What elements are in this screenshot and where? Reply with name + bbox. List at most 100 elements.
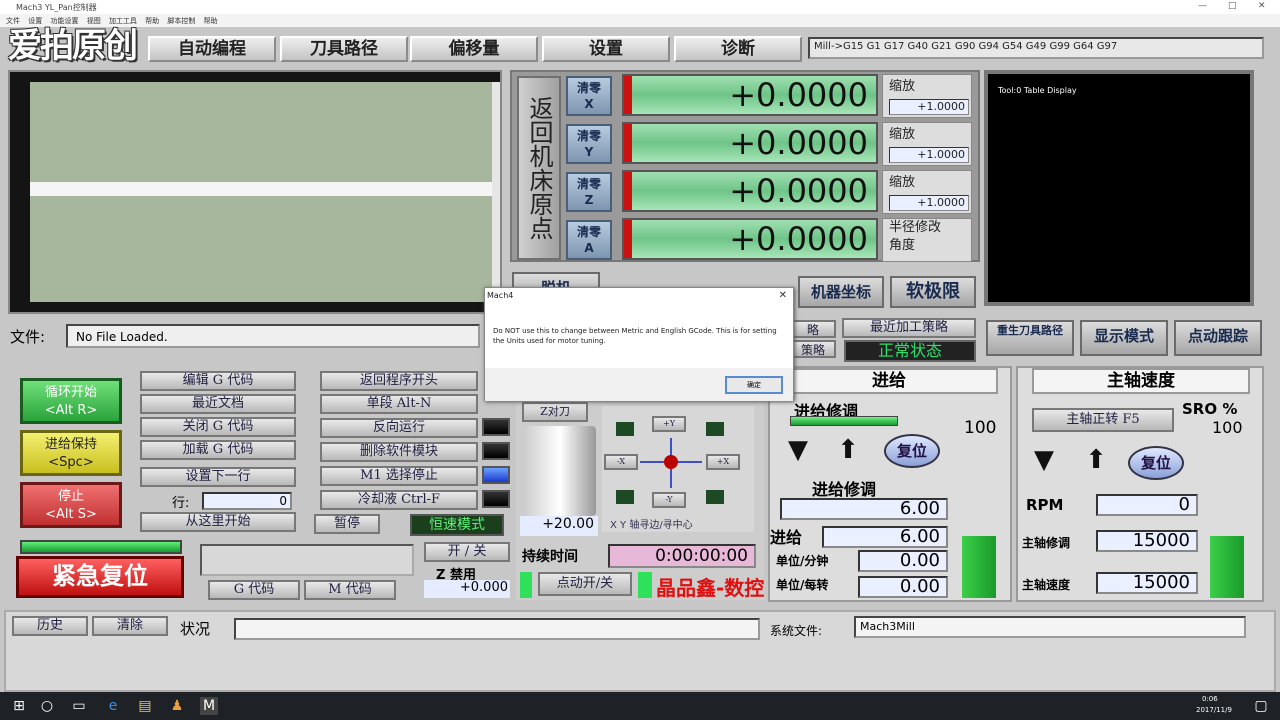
dro-a[interactable]: +0.0000 <box>622 218 878 260</box>
dro-z[interactable]: +0.0000 <box>622 170 878 212</box>
plus-x-button[interactable]: +X <box>706 454 740 470</box>
close-button[interactable]: ✕ <box>1258 1 1266 11</box>
z-tool-button[interactable]: Z对刀 <box>522 402 588 422</box>
gcodes-button[interactable]: G 代码 <box>208 580 300 600</box>
close-gcode-button[interactable]: 关闭 G 代码 <box>140 417 296 437</box>
strategy-partial[interactable]: 略 <box>790 320 836 338</box>
set-next-line-button[interactable]: 设置下一行 <box>140 467 296 487</box>
tab-offsets[interactable]: 偏移量 <box>410 36 538 62</box>
corner-se-button[interactable] <box>706 490 724 504</box>
rewind-button[interactable]: 返回程序开头 <box>320 371 478 391</box>
ref-all-home-button[interactable]: 返回机床原点 <box>517 76 561 260</box>
spindle-reset-button[interactable]: 复位 <box>1128 446 1184 480</box>
file-explorer-icon[interactable]: ▤ <box>136 697 154 715</box>
corner-sw-button[interactable] <box>616 490 634 504</box>
display-mode-button[interactable]: 显示模式 <box>1080 320 1168 356</box>
feed-up-icon[interactable]: ⬆ <box>830 436 866 466</box>
radius-correct-a[interactable]: 半径修改 角度 <box>882 218 972 262</box>
line-field[interactable]: 0 <box>202 492 292 510</box>
tab-settings[interactable]: 设置 <box>542 36 670 62</box>
plus-y-button[interactable]: +Y <box>652 416 686 432</box>
app-icon[interactable]: ♟ <box>168 697 186 715</box>
feed-ovr-meter <box>962 536 996 598</box>
window-title: Mach3 YL_Pan控制器 <box>16 3 97 12</box>
edit-gcode-button[interactable]: 编辑 G 代码 <box>140 371 296 391</box>
history-button[interactable]: 历史 <box>12 616 88 636</box>
profile-label: 系统文件: <box>770 624 823 638</box>
regen-toolpath-button[interactable]: 重生刀具路径 <box>986 320 1074 356</box>
file-field: No File Loaded. <box>66 324 480 348</box>
mcodes-button[interactable]: M 代码 <box>304 580 396 600</box>
toggle-button[interactable]: 开 / 关 <box>424 542 510 562</box>
machine-coords-button[interactable]: 机器坐标 <box>798 276 884 308</box>
center-find-button[interactable] <box>664 455 678 469</box>
minus-y-button[interactable]: -Y <box>652 492 686 508</box>
zero-x-button[interactable]: 清零 X <box>566 76 612 116</box>
strategy-button[interactable]: 策略 <box>790 340 836 358</box>
search-icon[interactable]: ○ <box>38 697 56 715</box>
single-block-button[interactable]: 单段 Alt-N <box>320 394 478 414</box>
run-from-here-button[interactable]: 从这里开始 <box>140 512 296 532</box>
coolant-button[interactable]: 冷却液 Ctrl-F <box>320 490 478 510</box>
block-delete-button[interactable]: 删除软件模块 <box>320 442 478 462</box>
corner-nw-button[interactable] <box>616 422 634 436</box>
taskbar: ⊞ ○ ▭ e ▤ ♟ M 0:06 2017/11/9 ▢ <box>0 692 1280 720</box>
line-label: 行: <box>172 496 190 511</box>
pause-button[interactable]: 暂停 <box>314 514 380 534</box>
gcode-scrollbar[interactable] <box>492 82 500 302</box>
m1-optional-stop-button[interactable]: M1 选择停止 <box>320 466 478 486</box>
clear-button[interactable]: 清除 <box>92 616 168 636</box>
minimize-button[interactable]: — <box>1198 1 1207 11</box>
block-delete-led <box>482 442 510 460</box>
scale-y: 缩放 +1.0000 <box>882 122 972 166</box>
emergency-reset-button[interactable]: 紧急复位 <box>16 556 184 598</box>
spindle-speed-value[interactable]: 15000 <box>1096 572 1198 594</box>
spindle-override-value[interactable]: 15000 <box>1096 530 1198 552</box>
spindle-cw-button[interactable]: 主轴正转 F5 <box>1032 408 1174 432</box>
jog-toggle-button[interactable]: 点动开/关 <box>538 572 632 596</box>
fro-value[interactable]: 6.00 <box>780 498 948 520</box>
feedrate-value[interactable]: 6.00 <box>822 526 948 548</box>
dro-y[interactable]: +0.0000 <box>622 122 878 164</box>
cycle-start-button[interactable]: 循环开始 <Alt R> <box>20 378 122 424</box>
spindle-down-icon[interactable]: ▼ <box>1026 446 1062 476</box>
dro-x[interactable]: +0.0000 <box>622 74 878 116</box>
load-gcode-button[interactable]: 加载 G 代码 <box>140 440 296 460</box>
mach3-icon[interactable]: M <box>200 697 218 715</box>
reverse-run-button[interactable]: 反向运行 <box>320 418 478 438</box>
windows-start-icon[interactable]: ⊞ <box>10 697 28 715</box>
status-normal: 正常状态 <box>844 340 976 362</box>
minus-x-button[interactable]: -X <box>604 454 638 470</box>
recent-strategy-button[interactable]: 最近加工策略 <box>842 318 976 338</box>
dialog-close-icon[interactable]: ✕ <box>779 290 787 301</box>
dialog-ok-button[interactable]: 确定 <box>725 376 783 394</box>
sro-label: SRO % <box>1182 400 1238 418</box>
tool-setter-icon <box>524 426 596 516</box>
corner-ne-button[interactable] <box>706 422 724 436</box>
feed-down-icon[interactable]: ▼ <box>780 436 816 466</box>
feed-override-bar <box>790 416 898 426</box>
z-inhibit-value[interactable]: +0.000 <box>424 580 510 598</box>
jog-follow-button[interactable]: 点动跟踪 <box>1174 320 1262 356</box>
notification-icon[interactable]: ▢ <box>1252 697 1270 715</box>
zero-z-button[interactable]: 清零 Z <box>566 172 612 212</box>
file-label: 文件: <box>10 328 46 346</box>
tab-toolpath[interactable]: 刀具路径 <box>280 36 408 62</box>
task-view-icon[interactable]: ▭ <box>70 697 88 715</box>
spindle-title: 主轴速度 <box>1032 368 1250 394</box>
zero-y-button[interactable]: 清零 Y <box>566 124 612 164</box>
stop-button[interactable]: 停止 <Alt S> <box>20 482 122 528</box>
gcode-display[interactable] <box>8 70 502 314</box>
recent-file-button[interactable]: 最近文档 <box>140 394 296 414</box>
fro-label: 进给修调 <box>812 480 877 499</box>
menu-help[interactable]: 帮助 <box>204 16 218 26</box>
maximize-button[interactable]: □ <box>1228 1 1237 11</box>
edge-browser-icon[interactable]: e <box>104 697 122 715</box>
feed-hold-button[interactable]: 进给保持 <Spc> <box>20 430 122 476</box>
soft-limits-button[interactable]: 软极限 <box>890 276 976 308</box>
spindle-up-icon[interactable]: ⬆ <box>1078 446 1114 476</box>
zero-a-button[interactable]: 清零 A <box>566 220 612 260</box>
tab-diagnostics[interactable]: 诊断 <box>674 36 802 62</box>
z-tool-value[interactable]: +20.00 <box>520 516 598 536</box>
feed-reset-button[interactable]: 复位 <box>884 434 940 468</box>
